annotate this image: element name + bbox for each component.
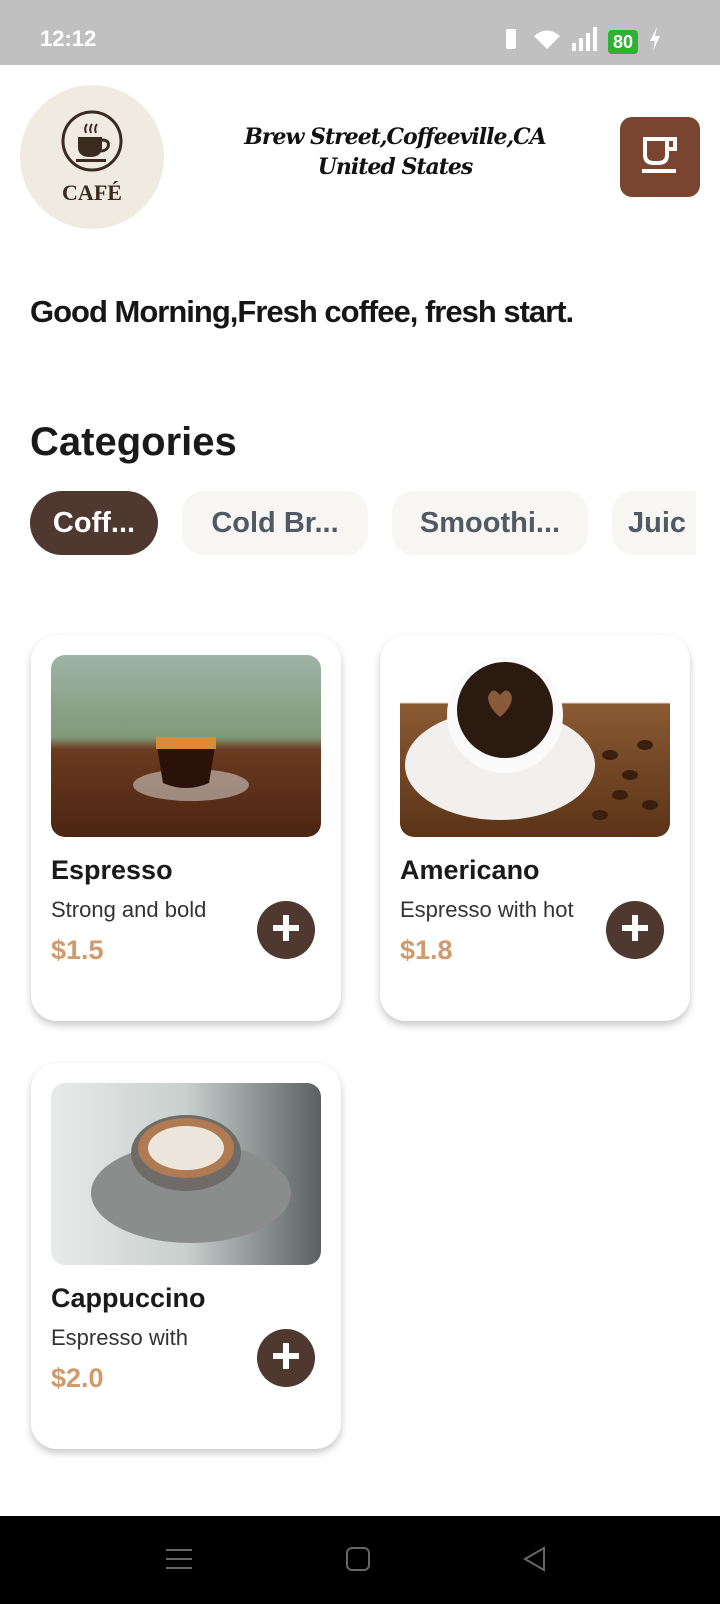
product-description: Espresso with hot (400, 897, 574, 922)
category-chip-smoothies[interactable]: Smoothi... (392, 491, 588, 555)
logo-text: CAFÉ (62, 179, 122, 205)
add-to-cart-button[interactable] (257, 901, 315, 959)
category-chip-juice[interactable]: Juic (612, 491, 696, 555)
charging-icon (648, 27, 662, 56)
coffee-mug-icon (640, 135, 680, 180)
product-price: $2.0 (51, 1363, 104, 1393)
product-name: Espresso (51, 855, 173, 885)
categories-title: Categories (30, 420, 237, 464)
product-card[interactable]: Americano Espresso with hot $1.8 (380, 635, 690, 1021)
product-description: Espresso with (51, 1325, 188, 1350)
category-chip-cold-brew[interactable]: Cold Br... (182, 491, 368, 555)
vibrate-icon (500, 27, 522, 56)
address-line2: United States (317, 154, 474, 180)
product-card[interactable]: Espresso Strong and bold $1.5 (31, 635, 341, 1021)
product-card[interactable]: Cappuccino Espresso with $2.0 (31, 1063, 341, 1449)
signal-icon (571, 27, 598, 56)
espresso-image (51, 655, 321, 837)
category-chip-coffee[interactable]: Coff... (30, 491, 158, 555)
plus-icon (620, 913, 650, 948)
product-name: Americano (400, 855, 540, 885)
product-name: Cappuccino (51, 1283, 206, 1313)
wifi-icon (532, 27, 562, 56)
status-time: 12:12 (40, 26, 97, 51)
cappuccino-image (51, 1083, 321, 1265)
battery-indicator: 80 (607, 29, 638, 54)
home-icon[interactable] (345, 1546, 371, 1577)
category-list: Coff... Cold Br... Smoothi... Juic (30, 491, 720, 555)
plus-icon (271, 913, 301, 948)
address: Brew Street,Coffeeville,CA United States (200, 122, 590, 182)
americano-image (400, 655, 670, 837)
add-to-cart-button[interactable] (257, 1329, 315, 1387)
coffee-cup-icon (60, 109, 124, 178)
product-description: Strong and bold (51, 897, 207, 922)
greeting: Good Morning,Fresh coffee, fresh start. (30, 294, 574, 329)
cafe-logo: CAFÉ (20, 85, 164, 229)
back-icon[interactable] (522, 1546, 548, 1577)
add-to-cart-button[interactable] (606, 901, 664, 959)
cart-button[interactable] (620, 117, 700, 197)
plus-icon (271, 1341, 301, 1376)
menu-icon[interactable] (166, 1546, 192, 1577)
product-price: $1.8 (400, 935, 453, 965)
address-line1: Brew Street,Coffeeville,CA (244, 124, 546, 150)
status-bar: 12:12 80 (0, 0, 720, 65)
system-nav-bar (0, 1516, 720, 1604)
product-price: $1.5 (51, 935, 104, 965)
